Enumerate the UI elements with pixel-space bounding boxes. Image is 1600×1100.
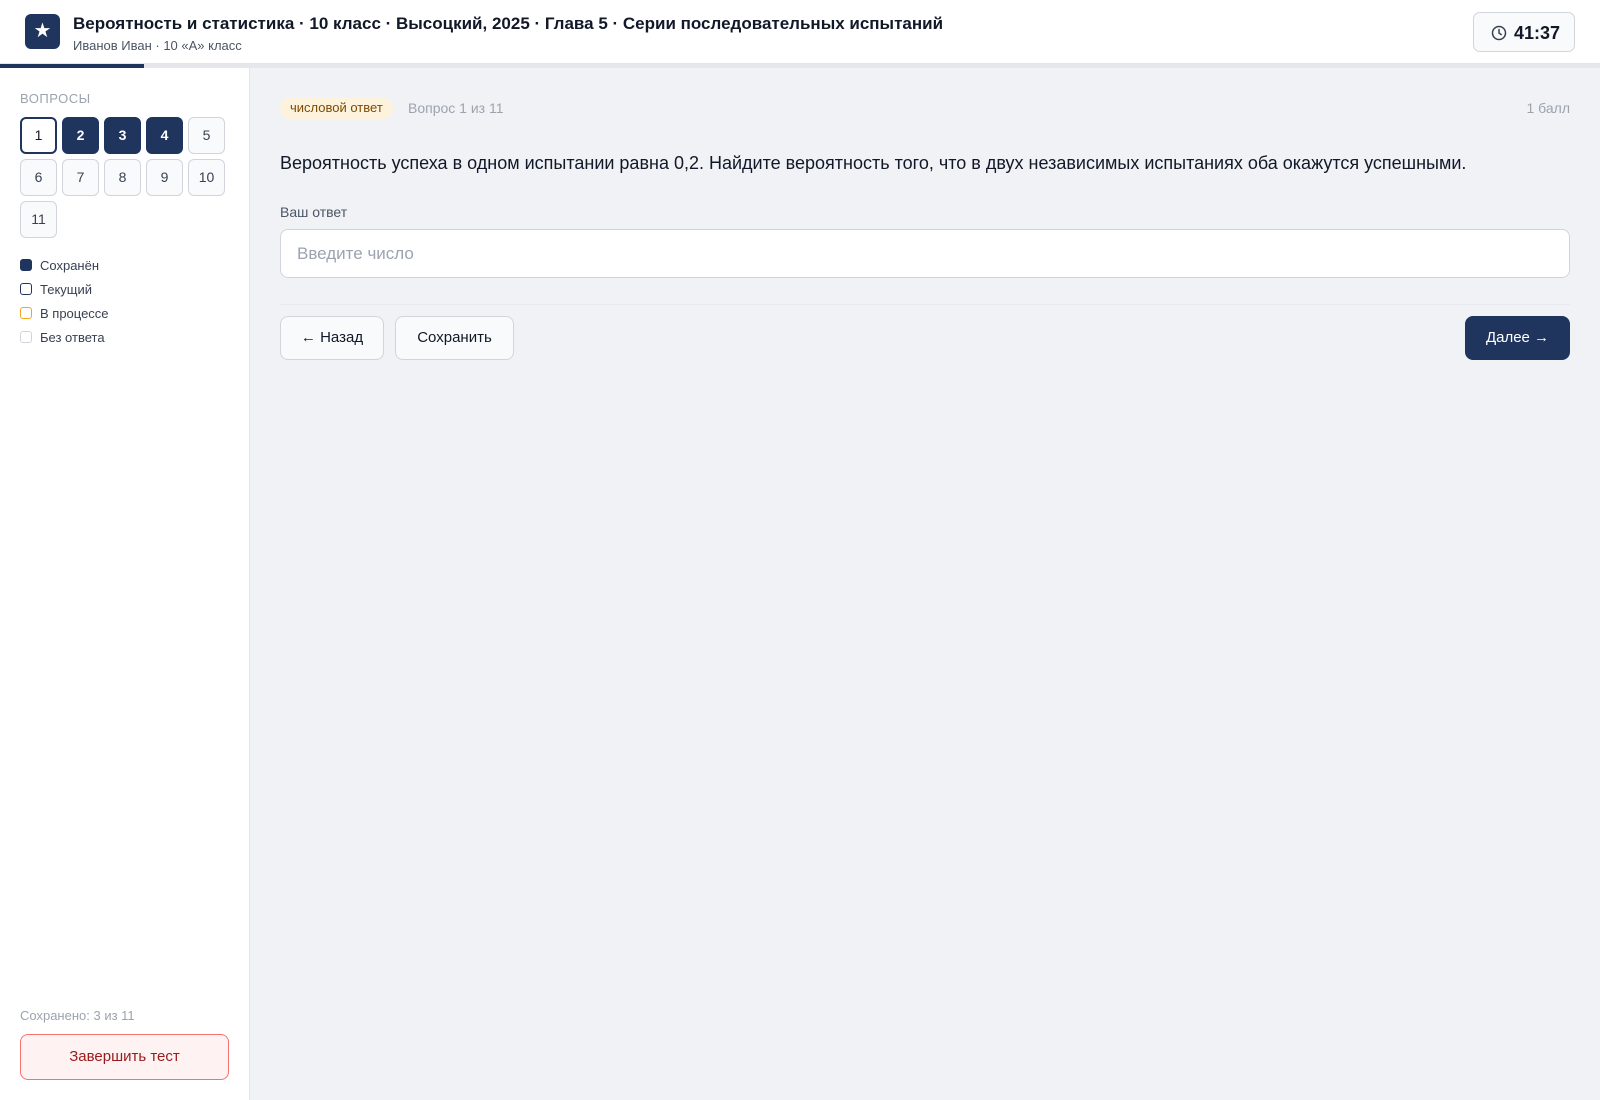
question-nav-button[interactable]: 4 bbox=[146, 117, 183, 154]
answer-input[interactable] bbox=[280, 229, 1570, 278]
finish-test-button[interactable]: Завершить тест bbox=[20, 1034, 229, 1080]
question-nav-button[interactable]: 10 bbox=[188, 159, 225, 196]
question-panel: числовой ответ Вопрос 1 из 11 1 балл Вер… bbox=[250, 68, 1600, 1100]
legend-item: Без ответа bbox=[20, 331, 109, 355]
status-legend: Сохранён Текущий В процессе Без ответа bbox=[20, 259, 109, 355]
student-info: Иванов Иван · 10 «А» класс bbox=[73, 38, 242, 53]
question-counter: Вопрос 1 из 11 bbox=[408, 100, 504, 116]
back-button[interactable]: ← Назад bbox=[280, 316, 384, 360]
question-type-badge: числовой ответ bbox=[280, 97, 393, 119]
question-nav-button[interactable]: 6 bbox=[20, 159, 57, 196]
timer: 41:37 bbox=[1473, 12, 1575, 52]
question-nav-button[interactable]: 5 bbox=[188, 117, 225, 154]
top-bar: ★ Вероятность и статистика · 10 класс · … bbox=[0, 0, 1600, 64]
timer-value: 41:37 bbox=[1514, 23, 1561, 43]
sidebar-heading: ВОПРОСЫ bbox=[20, 91, 91, 106]
legend-swatch bbox=[20, 259, 32, 271]
question-nav-button[interactable]: 9 bbox=[146, 159, 183, 196]
legend-label: Без ответа bbox=[40, 330, 105, 345]
legend-swatch bbox=[20, 283, 32, 295]
answer-label: Ваш ответ bbox=[280, 204, 348, 220]
legend-swatch bbox=[20, 331, 32, 343]
legend-label: Текущий bbox=[40, 282, 92, 297]
star-icon: ★ bbox=[25, 14, 60, 49]
sidebar: ВОПРОСЫ 1 2 3 4 5 6 7 8 9 10 11 Сохранён Текущий В п… bbox=[0, 68, 250, 1100]
legend-item: Сохранён bbox=[20, 259, 109, 283]
question-nav-button[interactable]: 2 bbox=[62, 117, 99, 154]
legend-swatch bbox=[20, 307, 32, 319]
save-button[interactable]: Сохранить bbox=[395, 316, 514, 360]
legend-item: В процессе bbox=[20, 307, 109, 331]
question-nav-button[interactable]: 1 bbox=[20, 117, 57, 154]
question-nav-button[interactable]: 7 bbox=[62, 159, 99, 196]
divider bbox=[280, 304, 1570, 305]
page-title: Вероятность и статистика · 10 класс · Вы… bbox=[73, 14, 944, 33]
question-nav-button[interactable]: 3 bbox=[104, 117, 141, 154]
saved-count: Сохранено: 3 из 11 bbox=[20, 1008, 135, 1023]
question-nav-button[interactable]: 11 bbox=[20, 201, 57, 238]
legend-item: Текущий bbox=[20, 283, 109, 307]
legend-label: Сохранён bbox=[40, 258, 100, 273]
clock-icon bbox=[1491, 25, 1507, 41]
legend-label: В процессе bbox=[40, 306, 109, 321]
question-text: Вероятность успеха в одном испытании рав… bbox=[280, 153, 1467, 173]
question-points: 1 балл bbox=[1526, 100, 1571, 116]
next-button[interactable]: Далее → bbox=[1465, 316, 1570, 360]
question-nav-button[interactable]: 8 bbox=[104, 159, 141, 196]
